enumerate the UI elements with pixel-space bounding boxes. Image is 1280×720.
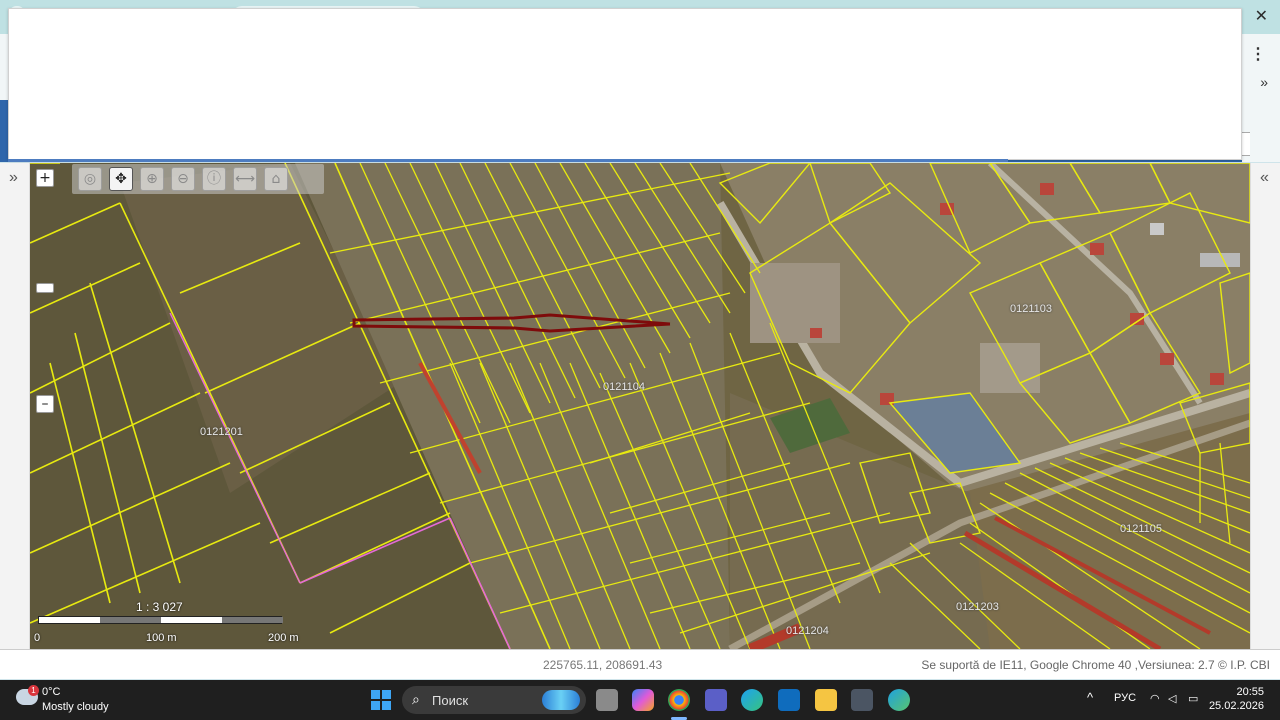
clock-date: 25.02.2026 [1208,700,1264,712]
scale-label: 0 [34,632,41,644]
input-language[interactable]: РУС [1114,692,1136,704]
weather-temperature[interactable]: 0°C [42,686,60,698]
map-imagery [30,163,1250,649]
parcel-label: 0121104 [603,381,646,393]
map-toolbar: ◎ ✥ ⊕ ⊖ ⓘ ⟷ ⌂ [72,164,324,194]
task-view-icon[interactable] [596,689,618,711]
move-arrows-icon: ✥ [115,171,127,187]
measure-tool[interactable]: ⟷ [233,167,257,191]
scale-bar [38,616,283,624]
parcel-label: 0121204 [786,625,829,637]
scale-ratio: 1 : 3 027 [136,600,183,614]
notification-badge: 1 [28,685,39,696]
edge-icon[interactable] [741,689,763,711]
area-icon: ⌂ [271,171,281,187]
expand-left-panel-icon[interactable]: » [9,169,18,187]
zoom-in-button[interactable]: + [36,169,54,187]
app-globe-icon[interactable] [888,689,910,711]
zoom-in-tool[interactable]: ⊕ [140,167,164,191]
parcel-label: 0121203 [956,601,999,613]
search-icon: ⌕ [412,691,420,707]
magnifier-plus-icon: ⊕ [146,171,158,187]
taskbar-clock[interactable]: 20:55 25.02.2026 [1209,685,1264,713]
battery-icon[interactable]: ▭ [1188,692,1198,705]
windows-start-icon[interactable] [371,690,391,710]
cursor-coordinates: 225765.11, 208691.43 [543,658,663,672]
weather-description[interactable]: Mostly cloudy [42,701,109,713]
ruler-icon: ⟷ [234,171,256,187]
parcel-label: 0121105 [1120,523,1163,535]
zoom-to-extent-tool[interactable]: ◎ [78,167,102,191]
bookmarks-more-icon[interactable]: » [1260,74,1268,90]
volume-icon[interactable]: ◁ [1168,692,1176,705]
outlook-icon[interactable] [778,689,800,711]
expand-right-panel-icon[interactable]: « [1260,169,1269,187]
teams-icon[interactable] [705,689,727,711]
globe-icon: ◎ [83,171,97,187]
map-status-bar: 225765.11, 208691.43 Se suportă de IE11,… [0,649,1280,679]
browser-support-note: Se suportă de IE11, Google Chrome 40 ,Ve… [921,658,1270,672]
scale-label: 100 m [146,632,177,644]
parcel-label: 0121201 [200,426,243,438]
cadastral-map[interactable]: + – ◎ ✥ ⊕ ⊖ ⓘ ⟷ ⌂ 0121201 0121104 012110… [30,163,1250,649]
chrome-icon[interactable] [668,689,690,711]
zoom-slider-handle[interactable] [36,283,54,293]
left-side-panel: » [0,163,30,649]
zoom-out-button[interactable]: – [36,395,54,413]
blank-overlay-panel [8,8,1242,160]
clock-time: 20:55 [1236,686,1264,698]
right-side-panel: « [1250,163,1280,649]
parcel-label: 0121103 [1010,303,1053,315]
taskbar-search-input[interactable]: ⌕ Поиск [402,686,586,714]
magnifier-minus-icon: ⊖ [177,171,189,187]
pan-tool[interactable]: ✥ [109,167,133,191]
windows-taskbar: 1 0°C Mostly cloudy ⌕ Поиск ^ РУС ◠ ◁ ▭ … [0,680,1280,720]
window-close-icon[interactable]: ✕ [1255,6,1268,26]
search-placeholder: Поиск [432,693,469,708]
calculator-icon[interactable] [851,689,873,711]
overlay-accent-line [8,159,1008,162]
wifi-icon[interactable]: ◠ [1150,692,1160,705]
zoom-out-tool[interactable]: ⊖ [171,167,195,191]
browser-menu-icon[interactable]: ⋮ [1250,44,1266,64]
scale-label: 200 m [268,632,299,644]
area-tool[interactable]: ⌂ [264,167,288,191]
info-tool[interactable]: ⓘ [202,167,226,191]
info-icon: ⓘ [207,171,221,187]
tray-overflow-icon[interactable]: ^ [1087,690,1093,705]
file-explorer-icon[interactable] [815,689,837,711]
search-highlight-icon [542,690,580,710]
copilot-icon[interactable] [632,689,654,711]
